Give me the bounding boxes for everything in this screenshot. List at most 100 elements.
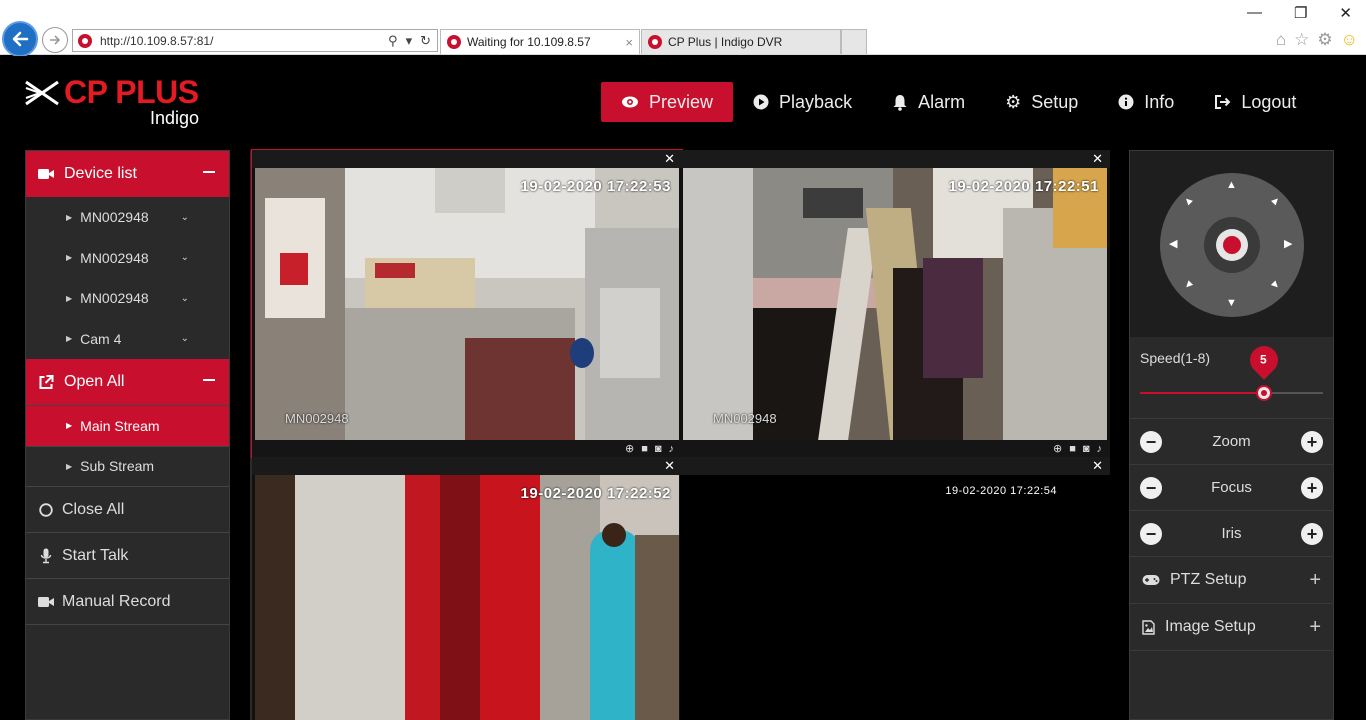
chevron-down-icon[interactable]: ⌄ [181,252,189,263]
close-icon[interactable]: ✕ [664,151,675,167]
tab-cp-plus[interactable]: CP Plus | Indigo DVR [641,29,841,54]
expand-icon[interactable]: + [1309,569,1321,592]
device-list-title: Device list [64,165,137,182]
snapshot-icon[interactable]: ◙ [1083,443,1090,455]
caret-right-icon: ▶ [66,334,73,344]
window-controls: — ❐ ✕ [1247,4,1352,22]
zoom-in-button[interactable]: + [1301,430,1323,453]
camera-feed-2[interactable]: 19-02-2020 17:22:51 MN002948 [683,168,1107,440]
back-button[interactable] [2,21,38,57]
audio-icon[interactable]: ♪ [669,443,675,455]
pan-down-right-icon[interactable]: ▼ [1267,277,1283,293]
collapse-icon[interactable] [203,379,215,381]
pan-up-left-icon[interactable]: ▲ [1180,193,1196,209]
star-icon[interactable]: ☆ [1294,30,1309,50]
nav-setup[interactable]: ⚙ Setup [985,82,1098,122]
pan-down-left-icon[interactable]: ▼ [1180,277,1196,293]
video-pane-2[interactable]: ✕ 19-02-2020 17:22:51 MN002948 ⊕ ■ ◙ ♪ [680,150,1110,457]
brand-subtitle: Indigo [150,108,200,128]
speed-slider[interactable]: 5 [1140,340,1323,401]
video-pane-3[interactable]: ✕ 19-02-2020 17:22:52 [252,457,682,720]
dropdown-icon[interactable]: ▾ [406,33,413,49]
smiley-icon[interactable]: ☺ [1341,30,1358,50]
chevron-down-icon[interactable]: ⌄ [181,333,189,344]
focus-label: Focus [1211,479,1252,496]
audio-icon[interactable]: ♪ [1097,443,1103,455]
stream-main[interactable]: ▶ Main Stream [26,405,229,446]
stream-sub[interactable]: ▶ Sub Stream [26,445,229,487]
device-item[interactable]: ▶ MN002948 ⌄ [26,197,229,238]
video-pane-4[interactable]: ✕ 19-02-2020 17:22:54 [680,457,1110,720]
brand-name: CP PLUS [64,74,199,110]
pan-right-icon[interactable]: ▶ [1284,237,1292,250]
iris-plus-button[interactable]: + [1301,522,1323,545]
close-window-icon[interactable]: ✕ [1339,4,1352,22]
ptz-center-button[interactable] [1216,229,1248,261]
new-tab-button[interactable] [841,29,867,54]
nav-info[interactable]: Info [1098,82,1194,122]
device-list-header[interactable]: Device list [26,151,229,197]
nav-logout[interactable]: Logout [1194,82,1316,122]
device-item[interactable]: ▶ MN002948 ⌄ [26,278,229,319]
speed-value: 5 [1259,352,1267,367]
open-all-header[interactable]: Open All [26,359,229,405]
record-icon[interactable]: ■ [1069,443,1076,455]
start-talk-button[interactable]: Start Talk [26,532,229,578]
device-item[interactable]: ▶ Cam 4 ⌄ [26,319,229,360]
zoom-label: Zoom [1212,433,1251,450]
gear-icon[interactable]: ⚙ [1317,30,1332,50]
manual-record-button[interactable]: Manual Record [26,578,229,624]
minimize-icon[interactable]: — [1247,4,1262,22]
nav-playback[interactable]: Playback [733,82,872,122]
expand-icon[interactable]: + [1309,616,1321,639]
pan-up-icon[interactable]: ▲ [1226,179,1237,191]
arrow-left-icon [12,31,29,47]
address-bar[interactable]: http://10.109.8.57:81/ ⚲ ▾ ↻ [72,29,438,52]
caret-right-icon: ▶ [66,461,73,471]
device-item[interactable]: ▶ MN002948 ⌄ [26,238,229,279]
nav-preview[interactable]: Preview [601,82,734,122]
camera-feed-4[interactable]: 19-02-2020 17:22:54 [683,475,1107,720]
zoom-in-icon[interactable]: ⊕ [625,442,634,455]
search-icon[interactable]: ⚲ [388,33,398,49]
forward-button[interactable] [42,27,68,53]
device-label: MN002948 [80,290,149,307]
close-all-button[interactable]: Close All [26,486,229,532]
home-icon[interactable]: ⌂ [1276,30,1286,50]
ptz-setup-button[interactable]: PTZ Setup + [1130,557,1333,604]
tab-title: CP Plus | Indigo DVR [668,35,783,49]
camera-feed-3[interactable]: 19-02-2020 17:22:52 [255,475,679,720]
open-all-title: Open All [64,373,125,390]
record-icon[interactable]: ■ [641,443,648,455]
close-icon[interactable]: ✕ [664,458,675,474]
pan-down-icon[interactable]: ▼ [1226,297,1237,309]
close-icon[interactable]: ✕ [1092,151,1103,167]
chevron-down-icon[interactable]: ⌄ [181,293,189,304]
caret-right-icon: ▶ [66,212,73,222]
chevron-down-icon[interactable]: ⌄ [181,212,189,223]
caret-right-icon: ▶ [66,293,73,303]
speed-slider-handle[interactable] [1256,385,1272,401]
image-setup-button[interactable]: Image Setup + [1130,604,1333,651]
restore-icon[interactable]: ❐ [1294,4,1307,22]
nav-alarm[interactable]: Alarm [872,82,985,122]
close-icon[interactable]: ✕ [1092,458,1103,474]
iris-minus-button[interactable]: − [1140,522,1162,545]
zoom-out-button[interactable]: − [1140,430,1162,453]
refresh-icon[interactable]: ↻ [420,33,431,49]
tab-close-icon[interactable]: × [625,35,633,50]
url-text[interactable]: http://10.109.8.57:81/ [100,34,213,48]
zoom-in-icon[interactable]: ⊕ [1053,442,1062,455]
tab-waiting[interactable]: Waiting for 10.109.8.57 × [440,29,640,54]
pan-up-right-icon[interactable]: ▲ [1267,193,1283,209]
direction-ring[interactable]: ▲ ▼ ◀ ▶ ▲ ▲ ▼ ▼ [1160,173,1304,317]
focus-minus-button[interactable]: − [1140,476,1162,499]
camera-feed-1[interactable]: 19-02-2020 17:22:53 MN002948 [255,168,679,440]
focus-plus-button[interactable]: + [1300,476,1323,499]
pan-left-icon[interactable]: ◀ [1169,237,1177,250]
video-pane-1[interactable]: ✕ 19-02-2020 17:22:53 MN002948 ⊕ ■ ◙ ♪ [251,149,683,458]
pane-timestamp: 19-02-2020 17:22:51 [948,178,1099,195]
tab-favicon-icon [447,35,461,49]
collapse-icon[interactable] [203,171,215,173]
snapshot-icon[interactable]: ◙ [655,443,662,455]
